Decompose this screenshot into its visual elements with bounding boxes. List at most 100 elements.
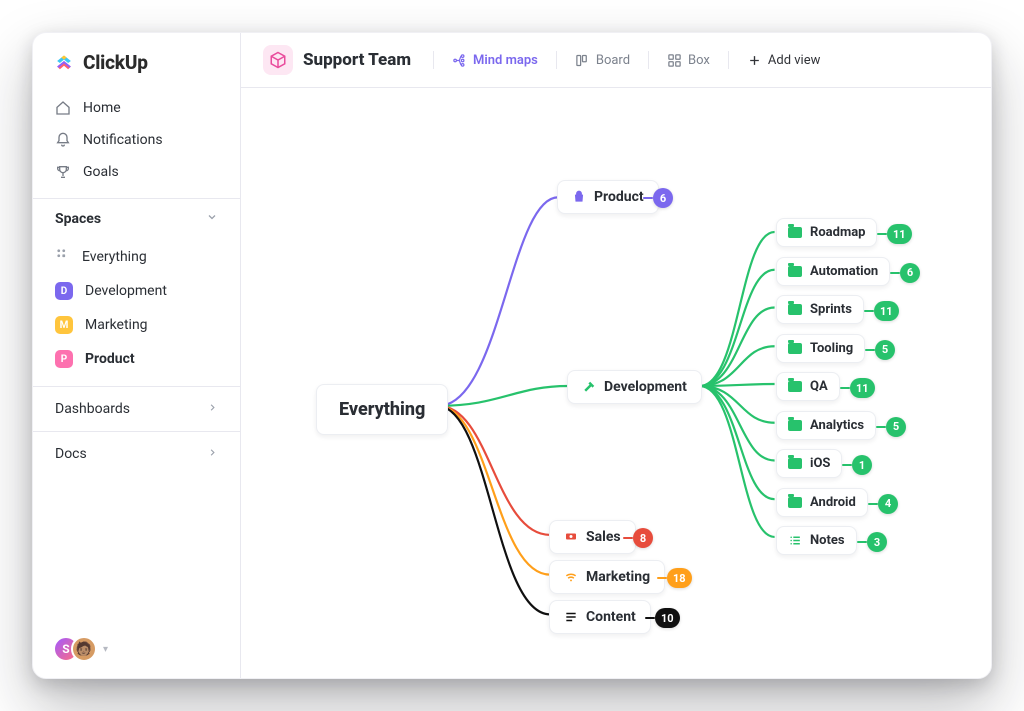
- board-icon: [575, 53, 590, 68]
- bag-icon: [572, 190, 586, 204]
- add-view-label: Add view: [768, 53, 821, 68]
- badge-connector: [645, 617, 655, 619]
- trophy-icon: [55, 164, 71, 180]
- team-name[interactable]: Support Team: [303, 50, 411, 70]
- main: Support Team Mind maps Board: [241, 33, 991, 678]
- nav-goals[interactable]: Goals: [33, 156, 240, 188]
- dev-child-node[interactable]: QA: [776, 372, 840, 401]
- list-icon: [788, 534, 802, 548]
- badge-connector: [877, 233, 887, 235]
- sidebar-space-development[interactable]: D Development: [33, 274, 240, 308]
- folder-icon: [788, 457, 802, 471]
- view-mindmaps-label: Mind maps: [473, 53, 538, 68]
- avatar-stack[interactable]: S 🧑🏽: [53, 636, 97, 662]
- count-badge: 5: [886, 417, 906, 437]
- nav-notifications-label: Notifications: [83, 132, 163, 148]
- badge-connector: [643, 197, 653, 199]
- nav-goals-label: Goals: [83, 164, 119, 180]
- count-badge: 11: [850, 378, 875, 398]
- dev-child-node[interactable]: iOS: [776, 449, 842, 478]
- dev-child-label: Analytics: [810, 418, 864, 433]
- brand[interactable]: ClickUp: [33, 33, 240, 88]
- dev-child-label: Automation: [810, 264, 878, 279]
- dev-child-label: Roadmap: [810, 225, 865, 240]
- node-marketing[interactable]: Marketing: [549, 560, 665, 594]
- space-badge: D: [55, 282, 73, 300]
- folder-icon: [788, 495, 802, 509]
- count-badge: 6: [653, 188, 673, 208]
- section-dashboards-label: Dashboards: [55, 401, 130, 417]
- nav-home[interactable]: Home: [33, 92, 240, 124]
- badge-connector: [868, 503, 878, 505]
- view-board-label: Board: [596, 53, 630, 68]
- space-everything-label: Everything: [82, 249, 147, 265]
- dev-child-node[interactable]: Sprints: [776, 295, 864, 324]
- node-content-label: Content: [586, 609, 636, 625]
- folder-icon: [788, 341, 802, 355]
- dev-child-node[interactable]: Automation: [776, 257, 890, 286]
- view-mindmaps[interactable]: Mind maps: [440, 47, 550, 74]
- mindmap-root[interactable]: Everything: [316, 384, 448, 435]
- app-window: ClickUp Home Notifications Goals: [32, 32, 992, 679]
- dev-child-label: Notes: [810, 533, 845, 548]
- clickup-logo-icon: [53, 52, 75, 74]
- plus-icon: [747, 53, 762, 68]
- space-badge: M: [55, 316, 73, 334]
- chevron-down-icon: [206, 211, 218, 227]
- dev-child-node[interactable]: Analytics: [776, 411, 876, 440]
- dev-child-node[interactable]: Notes: [776, 526, 857, 555]
- section-docs[interactable]: Docs: [33, 431, 240, 476]
- badge-connector: [657, 577, 667, 579]
- dev-child-node[interactable]: Android: [776, 488, 868, 517]
- dev-child-node[interactable]: Tooling: [776, 334, 865, 363]
- primary-nav: Home Notifications Goals: [33, 88, 240, 198]
- avatar: 🧑🏽: [71, 636, 97, 662]
- sidebar: ClickUp Home Notifications Goals: [33, 33, 241, 678]
- dev-child-label: Android: [810, 495, 856, 510]
- view-board[interactable]: Board: [563, 47, 642, 74]
- node-sales-label: Sales: [586, 529, 621, 545]
- sidebar-space-product[interactable]: P Product: [33, 342, 240, 376]
- folder-icon: [788, 380, 802, 394]
- add-view[interactable]: Add view: [735, 47, 833, 74]
- badge-connector: [876, 426, 886, 428]
- badge-connector: [840, 387, 850, 389]
- count-badge: 10: [655, 608, 680, 628]
- badge-connector: [842, 464, 852, 466]
- dev-child-label: Sprints: [810, 302, 852, 317]
- divider: [433, 51, 434, 69]
- space-label: Marketing: [85, 317, 148, 333]
- folder-icon: [788, 303, 802, 317]
- badge-connector: [623, 537, 633, 539]
- sidebar-space-marketing[interactable]: M Marketing: [33, 308, 240, 342]
- bell-icon: [55, 132, 71, 148]
- brand-name: ClickUp: [83, 51, 148, 74]
- count-badge: 11: [874, 301, 899, 321]
- chevron-right-icon: [207, 401, 218, 417]
- count-badge: 3: [867, 532, 887, 552]
- grid-icon: [55, 247, 70, 266]
- team-icon: [263, 45, 293, 75]
- nav-notifications[interactable]: Notifications: [33, 124, 240, 156]
- cash-icon: [564, 530, 578, 544]
- view-box-label: Box: [688, 53, 710, 68]
- dev-child-node[interactable]: Roadmap: [776, 218, 877, 247]
- sidebar-footer[interactable]: S 🧑🏽 ▾: [33, 620, 240, 678]
- count-badge: 1: [852, 455, 872, 475]
- node-product-label: Product: [594, 189, 644, 205]
- count-badge: 6: [900, 263, 920, 283]
- spaces-header[interactable]: Spaces: [33, 198, 240, 239]
- space-everything[interactable]: Everything: [33, 239, 240, 274]
- topbar: Support Team Mind maps Board: [241, 33, 991, 88]
- section-dashboards[interactable]: Dashboards: [33, 386, 240, 431]
- root-label: Everything: [339, 399, 425, 420]
- node-content[interactable]: Content: [549, 600, 651, 634]
- wifi-icon: [564, 570, 578, 584]
- node-marketing-label: Marketing: [586, 569, 650, 585]
- dev-child-label: iOS: [810, 456, 830, 471]
- view-box[interactable]: Box: [655, 47, 722, 74]
- mindmap-canvas[interactable]: Everything Product 6 Development: [241, 88, 991, 678]
- node-development[interactable]: Development: [567, 370, 702, 404]
- dev-child-label: Tooling: [810, 341, 853, 356]
- section-docs-label: Docs: [55, 446, 87, 462]
